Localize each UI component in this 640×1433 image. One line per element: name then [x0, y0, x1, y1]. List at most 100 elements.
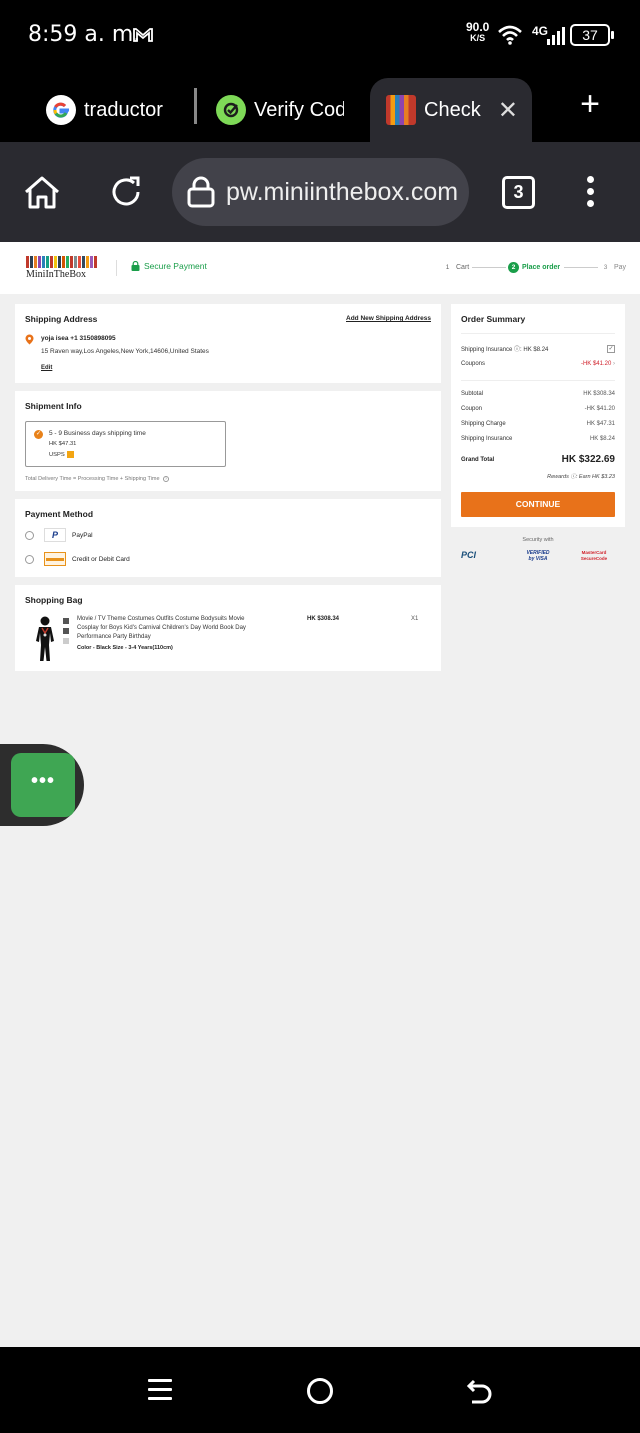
check-icon: ✓ [34, 430, 43, 439]
security-badges: Security with PCI VERIFIED by VISA Maste… [451, 534, 625, 574]
recipient-name: yoja isea +1 3150898095 [41, 335, 116, 342]
tab-strip: traductor Verify Cod Check ✕ + [0, 70, 640, 142]
back-icon[interactable] [466, 1377, 494, 1407]
shipping-insurance-row: Shipping Insurance ⓘ: HK $8.24 ✓ [461, 344, 615, 353]
payment-option-card[interactable]: Credit or Debit Card [25, 552, 130, 566]
site-header: MiniInTheBox Secure Payment 1 Cart 2 Pla… [0, 242, 640, 294]
lock-icon [187, 176, 215, 208]
shipping-address-card: Shipping Address Add New Shipping Addres… [15, 304, 441, 383]
signal-icon [547, 27, 565, 45]
paypal-radio[interactable] [25, 530, 34, 540]
tab-verify-code[interactable]: Verify Cod [216, 78, 344, 142]
logo-bars [26, 256, 98, 268]
pci-badge: PCI [461, 550, 477, 560]
product-name[interactable]: Movie / TV Theme Costumes Outfits Costum… [77, 615, 267, 642]
browser-toolbar: pw.miniinthebox.com 3 [0, 142, 640, 242]
google-icon [46, 95, 76, 125]
grand-total-value: HK $322.69 [561, 454, 615, 465]
section-title: Shipping Address [25, 314, 98, 324]
section-title: Payment Method [25, 509, 94, 519]
product-variant: Color - Black Size - 3-4 Years(110cm) [77, 645, 173, 651]
wifi-icon [498, 25, 522, 45]
recipient-address: 15 Raven way,Los Angeles,New York,14606,… [41, 348, 209, 355]
shipping-carrier: USPS [49, 451, 74, 458]
secure-payment-badge: Secure Payment [131, 261, 207, 271]
url-text: pw.miniinthebox.com [226, 177, 459, 206]
reload-icon[interactable] [108, 174, 146, 210]
order-summary-card: Order Summary Shipping Insurance ⓘ: HK $… [451, 304, 625, 527]
chevron-right-icon: › [613, 361, 615, 367]
new-tab-button[interactable]: + [572, 86, 608, 122]
net-speed: 90.0 K/S [466, 20, 490, 43]
step-cart[interactable]: 1 Cart [442, 262, 470, 273]
shipping-time: 5 - 9 Business days shipping time [49, 430, 146, 437]
divider [461, 333, 615, 334]
header-divider [116, 260, 117, 276]
tab-divider [194, 88, 197, 124]
summary-row: Subtotal HK $308.34 [461, 391, 615, 397]
section-title: Shopping Bag [25, 595, 83, 605]
edit-address-link[interactable]: Edit [41, 365, 52, 371]
coupons-row[interactable]: Coupons -HK $41.20 › [461, 361, 615, 367]
grand-total-row: Grand Total HK $322.69 [461, 454, 615, 465]
product-thumbnails [63, 618, 71, 648]
payment-option-paypal[interactable]: P PayPal [25, 528, 93, 542]
tab-checkout[interactable]: Check ✕ [370, 78, 532, 142]
payment-label: Credit or Debit Card [72, 555, 130, 563]
status-bar: 8:59 a. m. 90.0 K/S 4G 37 [0, 0, 640, 70]
step-place-order: 2 Place order [508, 262, 560, 273]
chat-more-button[interactable]: ••• [11, 753, 75, 817]
card-radio[interactable] [25, 554, 34, 564]
home-icon[interactable] [22, 174, 62, 210]
divider [461, 380, 615, 381]
tab-switcher-button[interactable]: 3 [502, 176, 535, 209]
battery-icon: 37 [570, 24, 614, 46]
section-title: Shipment Info [25, 401, 82, 411]
location-pin-icon [25, 334, 34, 345]
tab-traductor[interactable]: traductor [46, 78, 174, 142]
site-logo[interactable]: MiniInTheBox [26, 256, 98, 280]
step-connector [564, 267, 598, 268]
mastercard-securecode-badge: MasterCard SecureCode [580, 550, 608, 561]
system-nav-bar [0, 1347, 640, 1433]
security-label: Security with [522, 537, 554, 543]
url-bar[interactable]: pw.miniinthebox.com [172, 158, 469, 226]
insurance-checkbox[interactable]: ✓ [607, 344, 615, 353]
thumbnail[interactable] [63, 618, 69, 624]
payment-label: PayPal [72, 531, 93, 539]
tab-label: Verify Cod [254, 98, 344, 121]
padlock-icon [131, 261, 140, 271]
delivery-time-note: Total Delivery Time = Processing Time + … [25, 476, 170, 482]
tab-label: Check [424, 98, 481, 121]
secure-payment-label: Secure Payment [144, 261, 207, 271]
paypal-icon: P [44, 528, 66, 542]
shopping-bag-card: Shopping Bag Movie / TV Theme Costumes O… [15, 585, 441, 671]
summary-row: Coupon -HK $41.20 [461, 406, 615, 412]
product-quantity: X1 [411, 616, 419, 622]
floating-chat-panel: ••• [0, 744, 84, 826]
shipping-option[interactable]: ✓ 5 - 9 Business days shipping time HK $… [25, 421, 226, 467]
overflow-menu-icon[interactable] [584, 176, 596, 210]
rewards-note: Rewards ⓘ: Earn HK $3.23 [547, 474, 615, 480]
verify-app-icon [216, 95, 246, 125]
credit-card-icon [44, 552, 66, 566]
miniinthebox-favicon [386, 95, 416, 125]
thumbnail[interactable] [63, 628, 69, 634]
thumbnail[interactable] [63, 638, 69, 644]
recent-apps-icon[interactable] [148, 1379, 172, 1406]
info-icon[interactable]: ? [163, 476, 170, 482]
step-connector [472, 267, 506, 268]
payment-method-card: Payment Method P PayPal Credit or Debit … [15, 499, 441, 577]
carrier-badge-icon [66, 451, 74, 458]
logo-text: MiniInTheBox [26, 269, 86, 280]
shipping-price: HK $47.31 [49, 441, 77, 447]
close-tab-icon[interactable]: ✕ [498, 96, 518, 125]
status-time: 8:59 a. m. [28, 22, 141, 47]
section-title: Order Summary [461, 314, 526, 324]
continue-button[interactable]: CONTINUE [461, 492, 615, 517]
home-nav-icon[interactable] [307, 1378, 333, 1404]
add-new-address-link[interactable]: Add New Shipping Address [346, 315, 431, 322]
grand-total-label: Grand Total [461, 456, 495, 463]
gmail-icon [133, 28, 153, 42]
product-image[interactable] [33, 615, 57, 663]
